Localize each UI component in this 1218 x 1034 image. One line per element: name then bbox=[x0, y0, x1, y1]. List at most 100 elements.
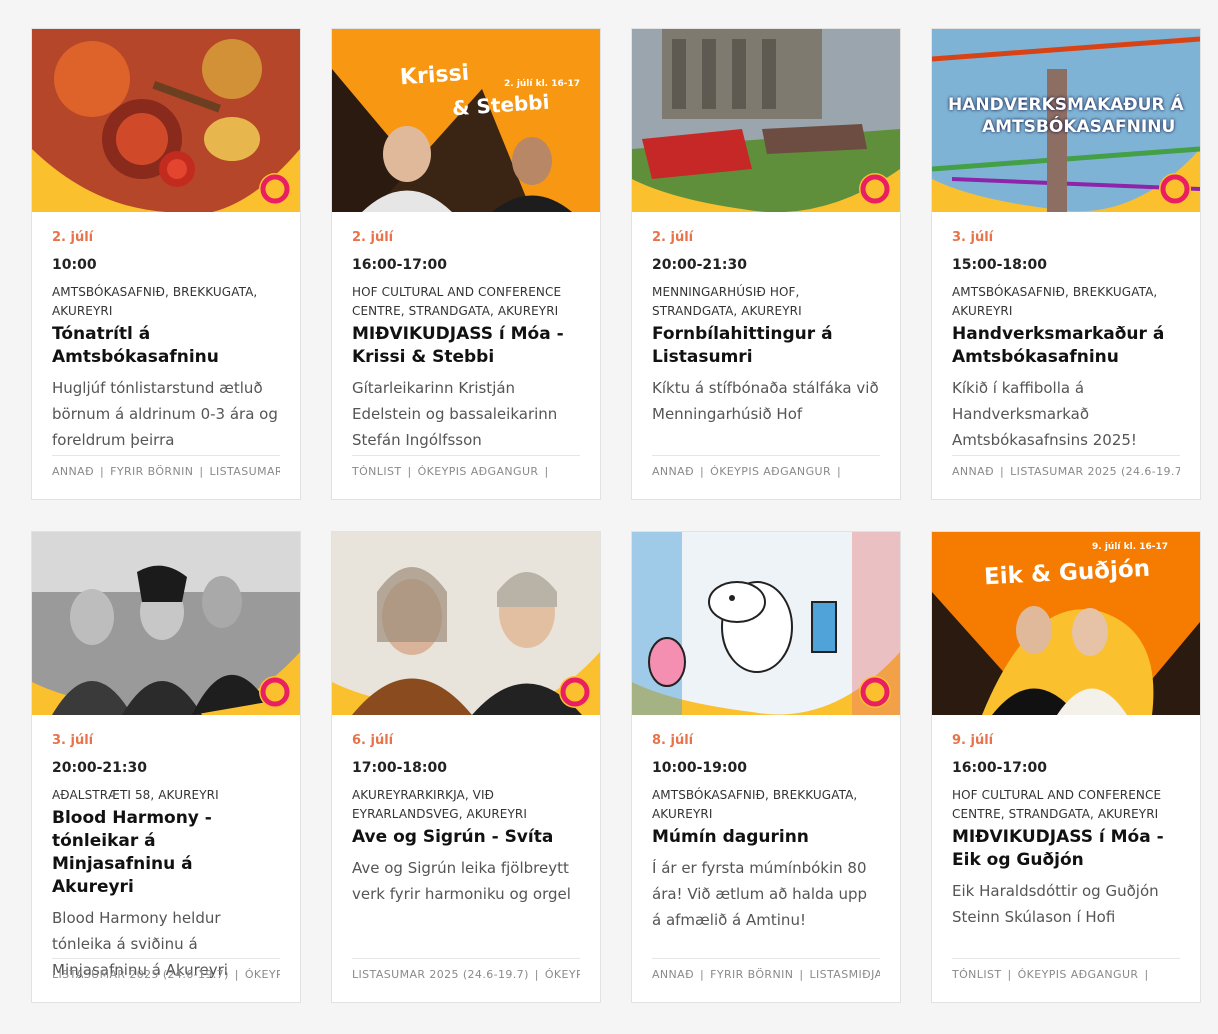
event-title[interactable]: Ave og Sigrún - Svíta bbox=[352, 826, 580, 849]
event-time: 16:00-17:00 bbox=[352, 257, 447, 273]
tag-link[interactable]: ÓKEYPIS bbox=[245, 968, 280, 981]
event-time: 16:00-17:00 bbox=[952, 760, 1047, 776]
tag-link[interactable]: ÓKEYPIS AÐGANGUR bbox=[418, 465, 539, 478]
event-venue: Amtsbókasafnið, Brekkugata, Akureyri bbox=[952, 285, 1158, 318]
tag-separator: | bbox=[700, 465, 705, 478]
event-time: 20:00-21:30 bbox=[652, 257, 747, 273]
event-tags: ANNAÐ | FYRIR BÖRNIN | LISTASMIÐJA bbox=[652, 958, 880, 981]
poster-date: 9. júlí kl. 16-17 bbox=[1092, 542, 1169, 552]
event-time: 10:00 bbox=[52, 257, 97, 273]
event-description: Eik Haraldsdóttir og Guðjón Steinn Skúla… bbox=[952, 882, 1159, 926]
event-date: 6. júlí bbox=[352, 733, 394, 748]
event-venue: Amtsbókasafnið, Brekkugata, Akureyri bbox=[652, 788, 858, 821]
event-image[interactable]: HANDVERKSMAKAÐUR Á AMTSBÓKASAFNINU bbox=[932, 29, 1200, 212]
event-photo bbox=[332, 29, 600, 212]
event-venue: Hof Cultural and Conference Centre, Stra… bbox=[952, 788, 1162, 821]
tag-link[interactable]: LISTASMIÐJA bbox=[809, 968, 880, 981]
event-card[interactable]: 2. júlí 10:00 Amtsbókasafnið, Brekkugata… bbox=[31, 28, 301, 500]
event-tags: TÓNLIST | ÓKEYPIS AÐGANGUR | bbox=[352, 455, 580, 478]
event-card[interactable]: 6. júlí 17:00-18:00 Akureyrarkirkja, við… bbox=[331, 531, 601, 1003]
tag-link[interactable]: ÓKEYPIS bbox=[545, 968, 580, 981]
tag-separator: | bbox=[534, 968, 539, 981]
tag-separator: | bbox=[544, 465, 549, 478]
poster-title: Krissi bbox=[399, 60, 470, 91]
event-description: Ave og Sigrún leika fjölbreytt verk fyri… bbox=[352, 859, 571, 903]
event-title[interactable]: Múmín dagurinn bbox=[652, 826, 880, 849]
tag-separator: | bbox=[1144, 968, 1149, 981]
event-title[interactable]: MIÐVIKUDJASS í Móa - Eik og Guðjón bbox=[952, 826, 1180, 872]
tag-separator: | bbox=[407, 465, 412, 478]
event-tags: LISTASUMAR 2025 (24.6-19.7) | ÓKEYPIS bbox=[352, 958, 580, 981]
event-time: 15:00-18:00 bbox=[952, 257, 1047, 273]
event-title[interactable]: MIÐVIKUDJASS í Móa - Krissi & Stebbi bbox=[352, 323, 580, 369]
tag-link[interactable]: ANNAÐ bbox=[652, 465, 694, 478]
event-date: 2. júlí bbox=[52, 230, 94, 245]
tag-separator: | bbox=[1007, 968, 1012, 981]
event-image[interactable] bbox=[632, 29, 900, 212]
event-date: 9. júlí bbox=[952, 733, 994, 748]
event-card[interactable]: 8. júlí 10:00-19:00 Amtsbókasafnið, Brek… bbox=[631, 531, 901, 1003]
event-description: Kíkið í kaffibolla á Handverksmarkað Amt… bbox=[952, 379, 1137, 449]
event-card[interactable]: Eik & Guðjón 9. júlí kl. 16-17 9. júlí 1… bbox=[931, 531, 1201, 1003]
event-date: 3. júlí bbox=[52, 733, 94, 748]
tag-link[interactable]: ANNAÐ bbox=[952, 465, 994, 478]
event-date: 2. júlí bbox=[652, 230, 694, 245]
tag-separator: | bbox=[234, 968, 239, 981]
event-time: 10:00-19:00 bbox=[652, 760, 747, 776]
event-date: 3. júlí bbox=[952, 230, 994, 245]
tag-link[interactable]: FYRIR BÖRNIN bbox=[710, 968, 793, 981]
tag-link[interactable]: ÓKEYPIS AÐGANGUR bbox=[710, 465, 831, 478]
event-title[interactable]: Fornbílahittingur á Listasumri bbox=[652, 323, 880, 369]
tag-separator: | bbox=[799, 968, 804, 981]
event-card[interactable]: 2. júlí 20:00-21:30 Menningarhúsið Hof, … bbox=[631, 28, 901, 500]
event-tags: ANNAÐ | FYRIR BÖRNIN | LISTASUMAR bbox=[52, 455, 280, 478]
tag-link[interactable]: TÓNLIST bbox=[952, 968, 1001, 981]
event-date: 2. júlí bbox=[352, 230, 394, 245]
tag-link[interactable]: LISTASUMAR 2025 (24.6-19.7) bbox=[352, 968, 529, 981]
tag-link[interactable]: ÓKEYPIS AÐGANGUR bbox=[1018, 968, 1139, 981]
event-time: 20:00-21:30 bbox=[52, 760, 147, 776]
tag-separator: | bbox=[700, 968, 705, 981]
poster-date: 2. júlí kl. 16-17 bbox=[504, 79, 581, 89]
listasumar-logo-icon bbox=[859, 173, 891, 205]
event-venue: Hof Cultural and Conference Centre, Stra… bbox=[352, 285, 562, 318]
tag-link[interactable]: LISTASUMAR bbox=[209, 465, 280, 478]
event-image[interactable]: Krissi & Stebbi 2. júlí kl. 16-17 bbox=[332, 29, 600, 212]
listasumar-logo-icon bbox=[259, 676, 291, 708]
event-venue: Menningarhúsið Hof, Strandgata, Akureyri bbox=[652, 285, 802, 318]
event-image[interactable] bbox=[32, 532, 300, 715]
event-venue: Aðalstræti 58, Akureyri bbox=[52, 788, 219, 802]
tag-link[interactable]: LISTASUMAR 2025 (24.6-19.7) bbox=[1010, 465, 1180, 478]
event-tags: ANNAÐ|LISTASUMAR 2025 (24.6-19.7)| bbox=[952, 455, 1180, 478]
listasumar-logo-icon bbox=[559, 676, 591, 708]
event-card[interactable]: HANDVERKSMAKAÐUR Á AMTSBÓKASAFNINU 3. jú… bbox=[931, 28, 1201, 500]
tag-link[interactable]: ANNAÐ bbox=[52, 465, 94, 478]
tag-separator: | bbox=[1000, 465, 1005, 478]
tag-link[interactable]: FYRIR BÖRNIN bbox=[110, 465, 193, 478]
listasumar-logo-icon bbox=[859, 676, 891, 708]
event-image[interactable] bbox=[32, 29, 300, 212]
event-title[interactable]: Handverksmarkaður á Amtsbókasafninu bbox=[952, 323, 1180, 369]
tag-link[interactable]: ANNAÐ bbox=[652, 968, 694, 981]
events-grid: 2. júlí 10:00 Amtsbókasafnið, Brekkugata… bbox=[31, 28, 1201, 1003]
event-venue: Akureyrarkirkja, við Eyrarlandsveg, Akur… bbox=[352, 788, 527, 821]
tag-separator: | bbox=[836, 465, 842, 478]
event-card[interactable]: 3. júlí 20:00-21:30 Aðalstræti 58, Akure… bbox=[31, 531, 301, 1003]
listasumar-logo-icon bbox=[259, 173, 291, 205]
event-card[interactable]: Krissi & Stebbi 2. júlí kl. 16-17 2. júl… bbox=[331, 28, 601, 500]
event-image[interactable] bbox=[632, 532, 900, 715]
tag-separator: | bbox=[199, 465, 204, 478]
event-tags: LISTASUMAR 2025 (24.6-19.7) | ÓKEYPIS bbox=[52, 958, 280, 981]
event-image[interactable]: Eik & Guðjón 9. júlí kl. 16-17 bbox=[932, 532, 1200, 715]
poster-title: HANDVERKSMAKAÐUR Á bbox=[948, 95, 1184, 115]
tag-link[interactable]: LISTASUMAR 2025 (24.6-19.7) bbox=[52, 968, 229, 981]
tag-link[interactable]: TÓNLIST bbox=[352, 465, 401, 478]
event-description: Kíktu á stífbónaða stálfáka við Menninga… bbox=[652, 379, 879, 423]
event-image[interactable] bbox=[332, 532, 600, 715]
event-title[interactable]: Tónatrítl á Amtsbókasafninu bbox=[52, 323, 280, 369]
event-title[interactable]: Blood Harmony - tónleikar á Minjasafninu… bbox=[52, 807, 280, 899]
event-description: Í ár er fyrsta múmínbókin 80 ára! Við æt… bbox=[652, 859, 868, 929]
event-tags: TÓNLIST | ÓKEYPIS AÐGANGUR | bbox=[952, 958, 1180, 981]
event-tags: ANNAÐ | ÓKEYPIS AÐGANGUR | bbox=[652, 455, 880, 478]
event-venue: Amtsbókasafnið, Brekkugata, Akureyri bbox=[52, 285, 258, 318]
